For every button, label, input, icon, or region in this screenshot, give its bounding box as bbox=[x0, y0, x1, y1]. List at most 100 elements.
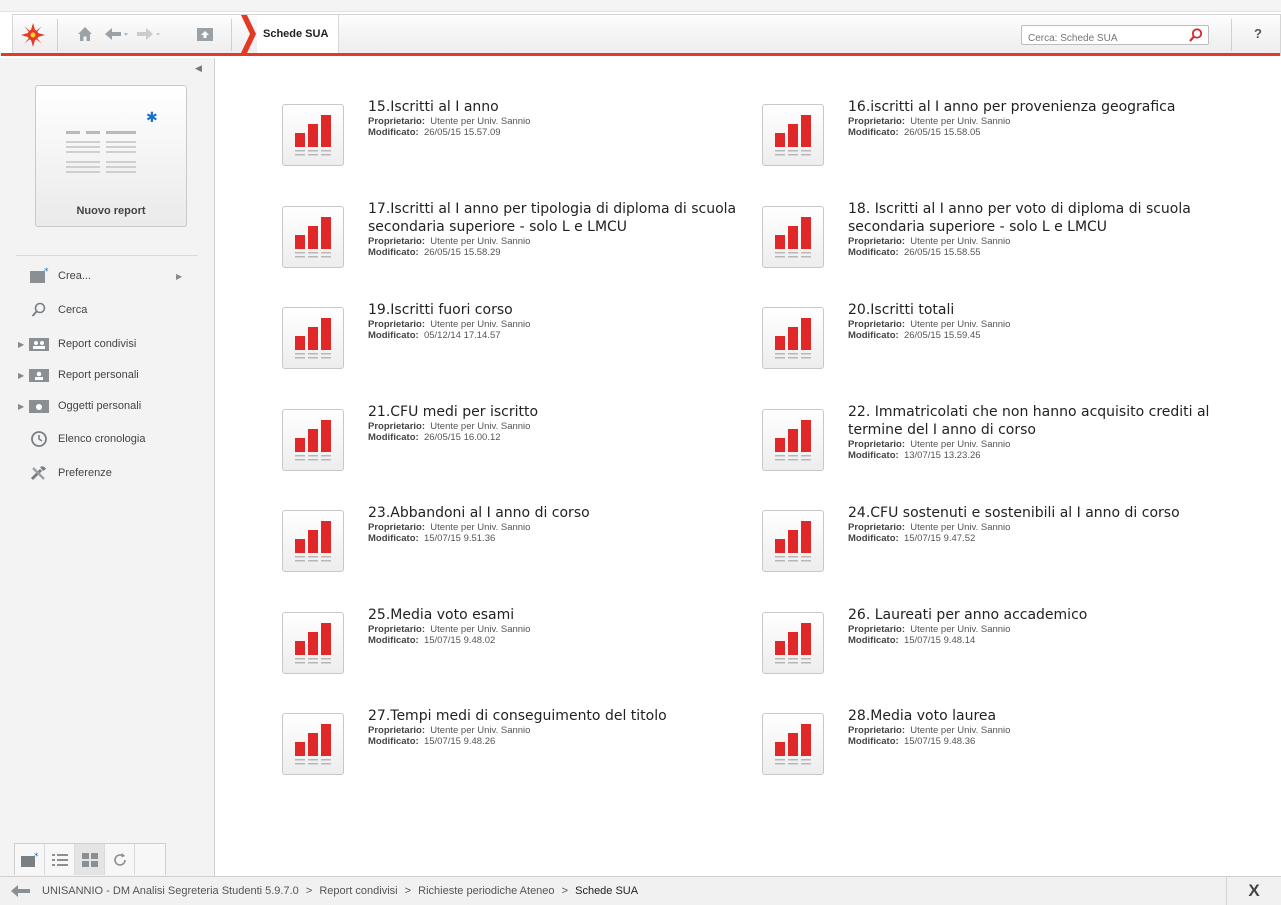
report-item[interactable]: 22. Immatricolati che non hanno acquisit… bbox=[696, 381, 1209, 471]
close-button[interactable]: X bbox=[1226, 877, 1281, 905]
report-item[interactable]: 19.Iscritti fuori corso Proprietario: Ute… bbox=[216, 279, 686, 369]
report-thumbnail[interactable] bbox=[282, 408, 344, 471]
bar-chart-icon bbox=[775, 115, 811, 156]
back-button[interactable] bbox=[0, 884, 42, 898]
search-box[interactable] bbox=[1021, 25, 1209, 48]
report-item[interactable]: 20.Iscritti totali Proprietario: Utente p… bbox=[696, 279, 1166, 369]
owner-value: Utente per Univ. Sannio bbox=[910, 116, 1011, 127]
report-title[interactable]: 23.Abbandoni al I anno di corso bbox=[368, 504, 748, 522]
bar-chart-icon bbox=[295, 419, 331, 460]
grid-view-button[interactable] bbox=[75, 844, 105, 875]
sidebar-item-create[interactable]: * Crea... ▶ bbox=[18, 265, 182, 287]
sidebar-item-personal-reports[interactable]: ▶ Report personali bbox=[18, 364, 139, 386]
report-modified: Modificato: 15/07/15 9.48.36 bbox=[848, 736, 1228, 747]
report-info: 16.iscritti al I anno per provenienza ge… bbox=[848, 98, 1228, 138]
breadcrumb: Schede SUA bbox=[241, 15, 340, 53]
path-segment-root[interactable]: UNISANNIO - DM Analisi Segreteria Studen… bbox=[42, 885, 299, 897]
owner-label: Proprietario: bbox=[368, 319, 426, 330]
report-title[interactable]: 21.CFU medi per iscritto bbox=[368, 403, 748, 421]
modified-value: 26/05/15 16.00.12 bbox=[423, 431, 501, 443]
report-thumbnail[interactable] bbox=[282, 611, 344, 674]
sidebar-item-shared-reports[interactable]: ▶ Report condivisi bbox=[18, 333, 136, 355]
modified-label: Modificato: bbox=[848, 736, 899, 747]
owner-value: Utente per Univ. Sannio bbox=[910, 235, 1011, 247]
report-title[interactable]: 18. Iscritti al I anno per voto di diplo… bbox=[848, 200, 1228, 236]
report-info: 15.Iscritti al I anno Proprietario: Utent… bbox=[368, 98, 748, 138]
report-thumbnail[interactable] bbox=[282, 713, 344, 775]
owner-label: Proprietario: bbox=[368, 725, 426, 736]
expand-arrow-icon[interactable]: ▶ bbox=[18, 371, 28, 380]
report-title[interactable]: 22. Immatricolati che non hanno acquisit… bbox=[848, 403, 1228, 439]
report-thumbnail[interactable] bbox=[762, 104, 824, 166]
new-report-button[interactable]: ✱ Nuovo report bbox=[35, 85, 187, 227]
sidebar-item-label: Crea... bbox=[58, 270, 92, 282]
report-thumbnail[interactable] bbox=[762, 713, 824, 775]
breadcrumb-current[interactable]: Schede SUA bbox=[257, 15, 340, 53]
search-input[interactable] bbox=[1022, 29, 1182, 48]
new-folder-button[interactable]: * bbox=[15, 844, 45, 875]
sidebar-item-search[interactable]: Cerca bbox=[18, 299, 87, 321]
report-title[interactable]: 25.Media voto esami bbox=[368, 606, 748, 624]
folder-up-icon[interactable] bbox=[195, 24, 215, 44]
report-thumbnail[interactable] bbox=[282, 205, 344, 268]
modified-label: Modificato: bbox=[848, 127, 899, 138]
forward-arrow-icon[interactable] bbox=[135, 24, 161, 44]
sidebar-item-history[interactable]: Elenco cronologia bbox=[18, 428, 145, 450]
report-thumbnail[interactable] bbox=[762, 510, 824, 572]
owner-label: Proprietario: bbox=[368, 420, 426, 432]
report-item[interactable]: 18. Iscritti al I anno per voto di diplo… bbox=[696, 178, 1191, 268]
path-segment-periodic[interactable]: Richieste periodiche Ateneo bbox=[418, 885, 554, 897]
report-thumbnail[interactable] bbox=[762, 408, 824, 471]
report-title[interactable]: 19.Iscritti fuori corso bbox=[368, 301, 748, 319]
report-thumbnail[interactable] bbox=[282, 510, 344, 572]
owner-label: Proprietario: bbox=[848, 522, 906, 533]
home-icon[interactable] bbox=[75, 24, 95, 44]
report-item[interactable]: 28.Media voto laurea Proprietario: Utente… bbox=[696, 685, 1166, 775]
report-title[interactable]: 20.Iscritti totali bbox=[848, 301, 1228, 319]
owner-label: Proprietario: bbox=[368, 522, 426, 533]
report-title[interactable]: 26. Laureati per anno accademico bbox=[848, 606, 1228, 624]
report-title[interactable]: 28.Media voto laurea bbox=[848, 707, 1228, 725]
collapse-sidebar-icon[interactable]: ◀ bbox=[195, 64, 202, 74]
bar-chart-icon bbox=[775, 622, 811, 663]
help-button[interactable]: ? bbox=[1248, 23, 1268, 45]
owner-label: Proprietario: bbox=[848, 623, 906, 635]
expand-arrow-icon[interactable]: ▶ bbox=[18, 340, 28, 349]
report-item[interactable]: 16.iscritti al I anno per provenienza ge… bbox=[696, 76, 1175, 166]
report-info: 18. Iscritti al I anno per voto di diplo… bbox=[848, 200, 1228, 258]
refresh-button[interactable] bbox=[105, 844, 135, 875]
report-title[interactable]: 27.Tempi medi di conseguimento del titol… bbox=[368, 707, 748, 725]
report-title[interactable]: 17.Iscritti al I anno per tipologia di d… bbox=[368, 200, 748, 236]
report-thumbnail[interactable] bbox=[762, 307, 824, 369]
list-view-button[interactable] bbox=[45, 844, 75, 875]
report-owner: Proprietario: Utente per Univ. Sannio bbox=[368, 236, 748, 247]
report-item[interactable]: 25.Media voto esami Proprietario: Utente … bbox=[216, 584, 686, 674]
report-item[interactable]: 15.Iscritti al I anno Proprietario: Utent… bbox=[216, 76, 686, 166]
report-item[interactable]: 27.Tempi medi di conseguimento del titol… bbox=[216, 685, 686, 775]
report-item[interactable]: 24.CFU sostenuti e sostenibili al I anno… bbox=[696, 482, 1180, 572]
report-thumbnail[interactable] bbox=[762, 205, 824, 268]
search-icon[interactable] bbox=[1188, 27, 1204, 43]
report-modified: Modificato: 15/07/15 9.47.52 bbox=[848, 533, 1228, 544]
report-item[interactable]: 26. Laureati per anno accademico Propriet… bbox=[696, 584, 1166, 674]
modified-value: 26/05/15 15.58.55 bbox=[903, 246, 981, 258]
report-item[interactable]: 23.Abbandoni al I anno di corso Proprieta… bbox=[216, 482, 686, 572]
report-title[interactable]: 24.CFU sostenuti e sostenibili al I anno… bbox=[848, 504, 1228, 522]
report-modified: Modificato: 26/05/15 15.59.45 bbox=[848, 330, 1228, 341]
app-logo-icon[interactable] bbox=[20, 22, 46, 48]
report-thumbnail[interactable] bbox=[762, 611, 824, 674]
report-thumbnail[interactable] bbox=[282, 307, 344, 369]
top-strip bbox=[0, 0, 1281, 12]
back-arrow-icon[interactable] bbox=[103, 24, 129, 44]
report-title[interactable]: 16.iscritti al I anno per provenienza ge… bbox=[848, 98, 1228, 116]
sidebar-item-personal-objects[interactable]: ▶ Oggetti personali bbox=[18, 395, 141, 417]
report-thumbnail[interactable] bbox=[282, 104, 344, 166]
path-segment-shared[interactable]: Report condivisi bbox=[319, 885, 397, 897]
report-item[interactable]: 17.Iscritti al I anno per tipologia di d… bbox=[216, 178, 736, 268]
back-arrow-icon bbox=[11, 885, 30, 897]
expand-arrow-icon[interactable]: ▶ bbox=[18, 402, 28, 411]
bar-chart-icon bbox=[295, 521, 331, 562]
report-item[interactable]: 21.CFU medi per iscritto Proprietario: Ut… bbox=[216, 381, 686, 471]
sidebar-item-preferences[interactable]: Preferenze bbox=[18, 462, 112, 484]
report-title[interactable]: 15.Iscritti al I anno bbox=[368, 98, 748, 116]
